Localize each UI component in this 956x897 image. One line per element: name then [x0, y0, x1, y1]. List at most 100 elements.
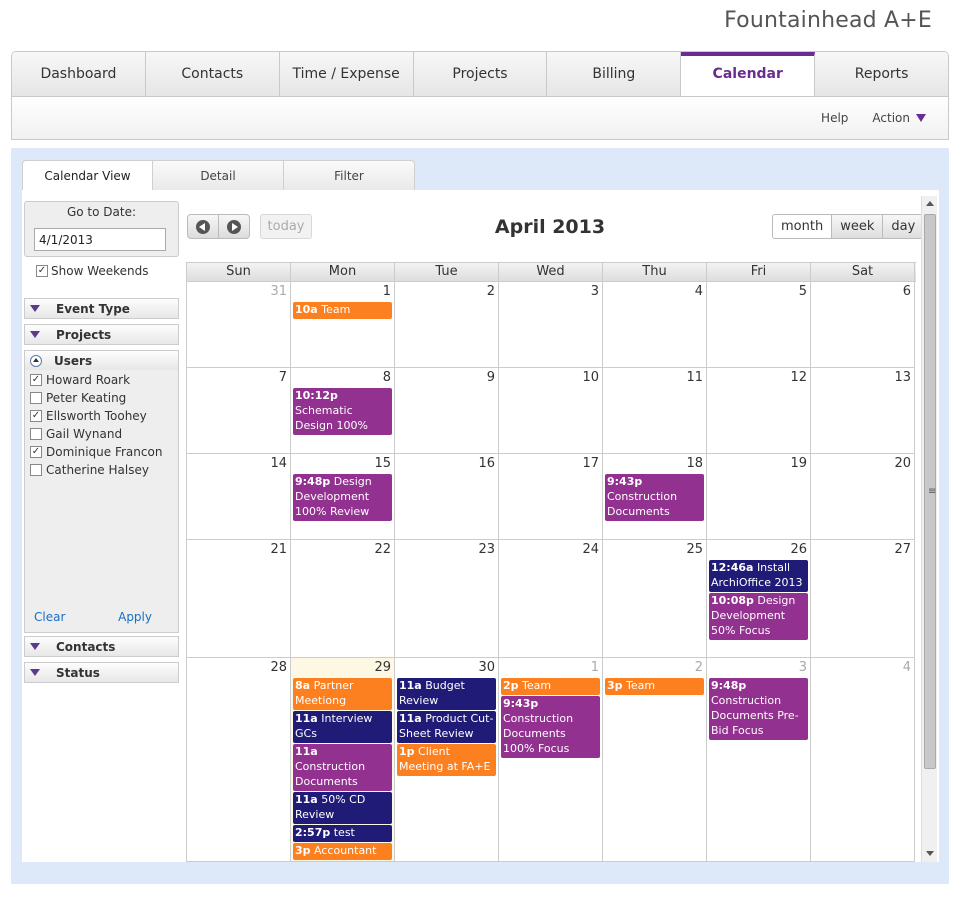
show-weekends-checkbox[interactable]: ✓ [36, 265, 48, 277]
day-cell[interactable]: 4 [603, 282, 707, 368]
view-month-button[interactable]: month [772, 214, 833, 239]
day-cell[interactable]: 2 3p Team Meeting [603, 658, 707, 862]
calendar-event[interactable]: 9:43p Construction Documents 100% Review [605, 474, 704, 521]
user-item[interactable]: Catherine Halsey [25, 461, 178, 479]
user-checkbox[interactable] [30, 428, 42, 440]
day-cell[interactable]: 3 [499, 282, 603, 368]
day-cell[interactable]: 3 9:48p Construction Documents Pre-Bid Fo… [707, 658, 811, 862]
section-status[interactable]: Status [24, 662, 179, 683]
tab-projects[interactable]: Projects [413, 52, 548, 96]
day-cell[interactable]: 25 [603, 540, 707, 658]
action-menu[interactable]: Action [872, 111, 926, 125]
calendar-event[interactable]: 9:43p Construction Documents 100% Focus … [501, 696, 600, 758]
user-item[interactable]: ✓ Dominique Francon [25, 443, 178, 461]
day-cell[interactable]: 18 9:43p Construction Documents 100% Revi… [603, 454, 707, 540]
calendar-event[interactable]: 9:48p Design Development 100% Review [293, 474, 392, 521]
today-button[interactable]: today [260, 214, 312, 239]
day-cell[interactable]: 30 11a Budget Review 11a Product Cut-Sheet… [395, 658, 499, 862]
scroll-thumb[interactable]: ≡ [924, 214, 936, 769]
day-cell[interactable]: 14 [187, 454, 291, 540]
day-cell[interactable]: 21 [187, 540, 291, 658]
tab-calendar-view[interactable]: Calendar View [22, 160, 153, 191]
day-cell[interactable]: 6 [811, 282, 915, 368]
calendar-event[interactable]: 2:57p test [293, 825, 392, 842]
event-time: 3p [607, 679, 623, 692]
calendar-event[interactable]: 10:08p Design Development 50% Focus Meet… [709, 593, 808, 640]
user-item[interactable]: ✓ Howard Roark [25, 371, 178, 389]
day-cell[interactable]: 27 [811, 540, 915, 658]
day-cell[interactable]: 4 [811, 658, 915, 862]
calendar-event[interactable]: 3p Team Meeting [605, 678, 704, 695]
day-cell[interactable]: 24 [499, 540, 603, 658]
day-cell[interactable]: 5 [707, 282, 811, 368]
day-cell[interactable]: 22 [291, 540, 395, 658]
view-day-button[interactable]: day [883, 214, 925, 239]
day-cell[interactable]: 31 [187, 282, 291, 368]
calendar-event[interactable]: 11a Construction Documents 100% Review [293, 744, 392, 791]
calendar-event[interactable]: 11a Product Cut-Sheet Review [397, 711, 496, 743]
day-cell[interactable]: 8 10:12p Schematic Design 100% Review [291, 368, 395, 454]
user-checkbox[interactable]: ✓ [30, 410, 42, 422]
calendar-event[interactable]: 11a 50% CD Review [293, 792, 392, 824]
user-checkbox[interactable]: ✓ [30, 374, 42, 386]
user-item[interactable]: Peter Keating [25, 389, 178, 407]
calendar-event[interactable]: 9:48p Construction Documents Pre-Bid Foc… [709, 678, 808, 740]
calendar-event[interactable]: 12:46a Install ArchiOffice 2013 [709, 560, 808, 592]
day-cell[interactable]: 16 [395, 454, 499, 540]
scroll-down-icon[interactable] [922, 846, 938, 862]
clear-link[interactable]: Clear [34, 610, 65, 624]
tab-billing[interactable]: Billing [547, 52, 682, 96]
view-week-button[interactable]: week [832, 214, 884, 239]
calendar-event[interactable]: 8a Partner Meetiong [293, 678, 392, 710]
day-cell[interactable]: 20 [811, 454, 915, 540]
tab-reports[interactable]: Reports [815, 52, 948, 96]
day-cell[interactable]: 12 [707, 368, 811, 454]
day-cell[interactable]: 19 [707, 454, 811, 540]
user-checkbox[interactable]: ✓ [30, 446, 42, 458]
day-cell[interactable]: 13 [811, 368, 915, 454]
day-cell[interactable]: 29 8a Partner Meetiong 11a Interview GCs 11… [291, 658, 395, 862]
prev-month-button[interactable] [187, 214, 219, 239]
apply-link[interactable]: Apply [118, 610, 152, 624]
calendar-event[interactable]: 2p Team Meeting [501, 678, 600, 695]
next-month-button[interactable] [218, 214, 250, 239]
user-item[interactable]: ✓ Ellsworth Toohey [25, 407, 178, 425]
section-users[interactable]: Users [24, 350, 179, 371]
user-checkbox[interactable] [30, 464, 42, 476]
day-cell[interactable]: 7 [187, 368, 291, 454]
calendar-event[interactable]: 10:12p Schematic Design 100% Review [293, 388, 392, 435]
calendar-event[interactable]: 11a Budget Review [397, 678, 496, 710]
day-cell[interactable]: 1 10a Team Meeting [291, 282, 395, 368]
calendar-event[interactable]: 11a Interview GCs [293, 711, 392, 743]
tab-contacts[interactable]: Contacts [145, 52, 280, 96]
user-item[interactable]: Gail Wynand [25, 425, 178, 443]
day-cell[interactable]: 15 9:48p Design Development 100% Review [291, 454, 395, 540]
day-cell[interactable]: 23 [395, 540, 499, 658]
tab-time-expense[interactable]: Time / Expense [279, 52, 414, 96]
day-cell[interactable]: 10 [499, 368, 603, 454]
scroll-up-icon[interactable] [922, 196, 938, 212]
day-cell[interactable]: 11 [603, 368, 707, 454]
tab-dashboard[interactable]: Dashboard [12, 52, 146, 96]
section-event-type[interactable]: Event Type [24, 298, 179, 319]
tab-calendar[interactable]: Calendar [681, 52, 816, 96]
user-checkbox[interactable] [30, 392, 42, 404]
goto-date-input[interactable] [34, 228, 166, 251]
day-cell[interactable]: 2 [395, 282, 499, 368]
tab-detail[interactable]: Detail [153, 160, 284, 191]
vertical-scrollbar[interactable]: ≡ [921, 196, 937, 862]
calendar-event[interactable]: 3p Accountant [293, 843, 392, 860]
section-projects[interactable]: Projects [24, 324, 179, 345]
calendar-event[interactable]: 1p Client Meeting at FA+E [397, 744, 496, 776]
day-number: 10 [582, 370, 599, 385]
show-weekends-row[interactable]: ✓ Show Weekends [36, 264, 149, 278]
day-cell[interactable]: 17 [499, 454, 603, 540]
day-cell[interactable]: 26 12:46a Install ArchiOffice 2013 10:08p … [707, 540, 811, 658]
section-contacts[interactable]: Contacts [24, 636, 179, 657]
calendar-event[interactable]: 10a Team Meeting [293, 302, 392, 319]
day-cell[interactable]: 9 [395, 368, 499, 454]
day-cell[interactable]: 12p Team Meeting9:43p Construction Docum… [499, 658, 603, 862]
day-cell[interactable]: 28 [187, 658, 291, 862]
tab-filter[interactable]: Filter [284, 160, 415, 191]
help-link[interactable]: Help [821, 111, 848, 125]
